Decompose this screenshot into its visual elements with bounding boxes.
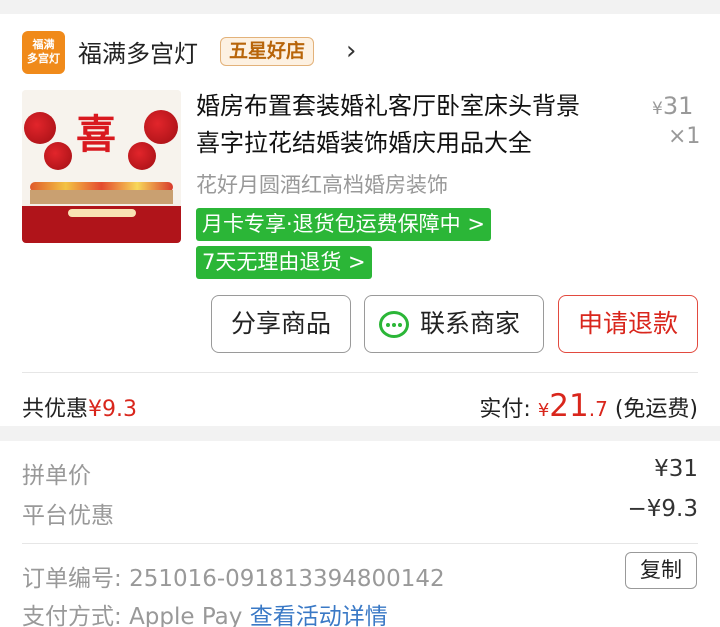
chevron-right-icon[interactable]: › <box>346 36 356 66</box>
product-price-symbol: ¥ <box>652 99 663 119</box>
group-price-value: ¥31 <box>654 456 698 482</box>
chat-bubble-icon <box>379 311 409 338</box>
amount-paid-decimal: .7 <box>588 397 608 421</box>
product-image-banner <box>22 206 181 243</box>
shop-logo[interactable]: 福满 多宫灯 <box>22 31 65 74</box>
group-price-label: 拼单价 <box>22 463 91 489</box>
amount-paid-symbol: ¥ <box>537 400 550 421</box>
divider <box>22 543 698 544</box>
total-discount-amount: ¥9.3 <box>88 397 137 422</box>
double-happiness-icon: 喜 <box>76 111 116 158</box>
table-decoration <box>30 190 173 204</box>
product-price: ¥31 <box>652 92 693 120</box>
lantern-decoration <box>144 110 178 144</box>
total-discount-label: 共优惠 <box>22 397 89 422</box>
copy-order-number-button[interactable]: 复制 <box>625 552 697 589</box>
shop-name[interactable]: 福满多宫灯 <box>78 34 198 69</box>
product-variant: 花好月圆酒红高档婚房装饰 <box>196 173 448 197</box>
payment-method-label: 支付方式: <box>22 604 122 627</box>
amount-paid: 实付: ¥21.7 (免运费) <box>479 388 698 424</box>
share-product-button[interactable]: 分享商品 <box>211 295 351 353</box>
lantern-decoration <box>128 142 156 170</box>
shop-logo-line1: 福满 <box>32 38 55 51</box>
order-number-label: 订单编号: <box>22 566 122 592</box>
product-title-line2: 喜字拉花结婚装饰婚庆用品大全 <box>196 129 532 157</box>
divider <box>22 372 698 373</box>
platform-discount-value: −¥9.3 <box>627 496 698 522</box>
total-discount: 共优惠¥9.3 <box>22 391 137 423</box>
request-refund-button[interactable]: 申请退款 <box>558 295 698 353</box>
contact-merchant-button[interactable]: 联系商家 <box>364 295 544 353</box>
product-title-line1: 婚房布置套装婚礼客厅卧室床头背景 <box>196 92 580 120</box>
order-number-value: 251016-091813394800142 <box>129 566 445 592</box>
payment-method: 支付方式: Apple Pay 查看活动详情 <box>22 597 388 627</box>
shop-logo-line2: 多宫灯 <box>27 52 60 65</box>
shop-rating-badge[interactable]: 五星好店 <box>220 37 315 66</box>
lantern-decoration <box>44 142 72 170</box>
no-reason-return-tag[interactable]: 7天无理由退货 > <box>196 246 372 279</box>
product-price-value: 31 <box>662 92 694 120</box>
platform-discount-label: 平台优惠 <box>22 503 114 529</box>
shipping-insurance-tag[interactable]: 月卡专享·退货包运费保障中 > <box>196 208 491 241</box>
amount-paid-label: 实付: <box>479 397 531 422</box>
order-number: 订单编号: 251016-091813394800142 <box>22 559 445 593</box>
amount-paid-integer: 21 <box>549 388 589 424</box>
payment-method-value: Apple Pay <box>129 604 243 627</box>
product-image[interactable]: 喜 <box>22 90 181 243</box>
free-shipping-note: (免运费) <box>614 397 698 422</box>
view-activity-details-link[interactable]: 查看活动详情 <box>250 604 388 627</box>
product-title[interactable]: 婚房布置套装婚礼客厅卧室床头背景 喜字拉花结婚装饰婚庆用品大全 <box>196 88 636 162</box>
lantern-decoration <box>24 112 56 144</box>
product-quantity: ×1 <box>668 124 701 149</box>
contact-merchant-label: 联系商家 <box>419 309 520 338</box>
